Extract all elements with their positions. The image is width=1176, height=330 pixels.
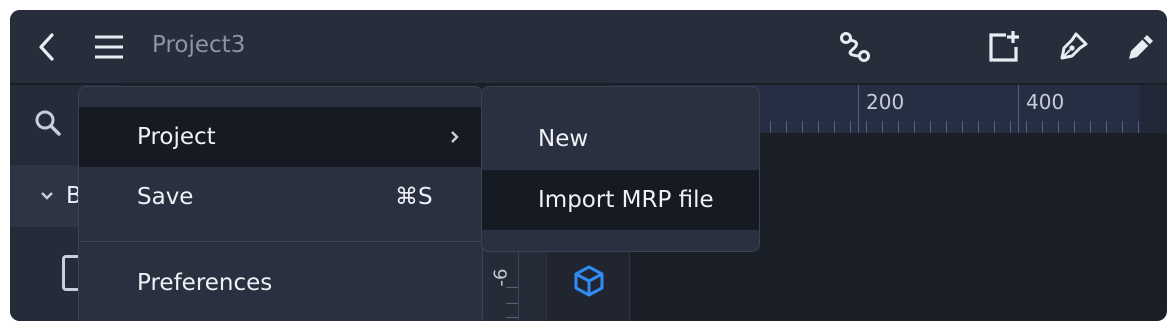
search-icon[interactable] [32,107,64,139]
top-toolbar: Project3 [10,10,1167,84]
project-title: Project3 [152,32,246,58]
ruler-tick [946,121,947,133]
save-shortcut: ⌘S [395,184,433,210]
menu-item-project[interactable]: Project [79,107,482,167]
submenu-item-import-mrp[interactable]: Import MRP file [482,170,759,230]
ruler-tick [978,121,979,133]
submenu-item-new[interactable]: New [482,109,759,169]
ruler-tick [1122,121,1123,133]
ruler-tick [1138,121,1139,133]
ruler-tick [1042,121,1043,133]
ruler-label-200: 200 [866,90,905,114]
ruler-tick [1058,121,1059,133]
hamburger-menu-icon[interactable] [92,30,126,64]
add-artboard-icon[interactable] [984,27,1024,67]
ruler-tick [1010,121,1011,133]
ruler-tick [802,121,803,133]
submenu-item-new-label: New [538,126,589,152]
ruler-label-400: 400 [1026,90,1065,114]
ruler-tick [834,121,835,133]
project-submenu: New Import MRP file [481,86,760,252]
menu-item-preferences-label: Preferences [137,270,273,296]
ruler-tick [914,121,915,133]
ruler-tick [850,121,851,133]
vertical-ruler: -6 [482,245,546,321]
ruler-tick [898,121,899,133]
chevron-down-icon[interactable] [38,187,56,205]
back-icon[interactable] [30,28,64,66]
pen-tool-icon[interactable] [1054,28,1092,66]
ruler-tick [818,121,819,133]
ruler-tick [1090,121,1091,133]
app-window: Project3 B 200 400 -6 Project Save ⌘S Pr… [10,10,1167,321]
menu-item-preferences[interactable]: Preferences [79,253,482,313]
main-menu: Project Save ⌘S Preferences [78,86,483,321]
cube-icon[interactable] [571,263,607,299]
menu-item-save[interactable]: Save ⌘S [79,167,482,227]
ruler-end-cap [1140,85,1167,133]
ruler-tick [1106,121,1107,133]
pencil-icon[interactable] [1122,28,1160,66]
ruler-tick [866,121,867,133]
submenu-item-import-mrp-label: Import MRP file [538,187,714,213]
vertical-ruler-label: -6 [490,268,512,287]
menu-separator [79,241,482,242]
chevron-right-icon [447,128,463,146]
ruler-tick [962,121,963,133]
ruler-tick [930,121,931,133]
ruler-tick [1074,121,1075,133]
path-node-icon[interactable] [836,28,874,66]
component-panel [546,245,630,321]
menu-item-save-label: Save [137,184,194,210]
ruler-tick [770,121,771,133]
ruler-tick [786,121,787,133]
ruler-tick [1026,121,1027,133]
ruler-tick [882,121,883,133]
menu-item-project-label: Project [137,124,216,150]
ruler-tick [994,121,995,133]
